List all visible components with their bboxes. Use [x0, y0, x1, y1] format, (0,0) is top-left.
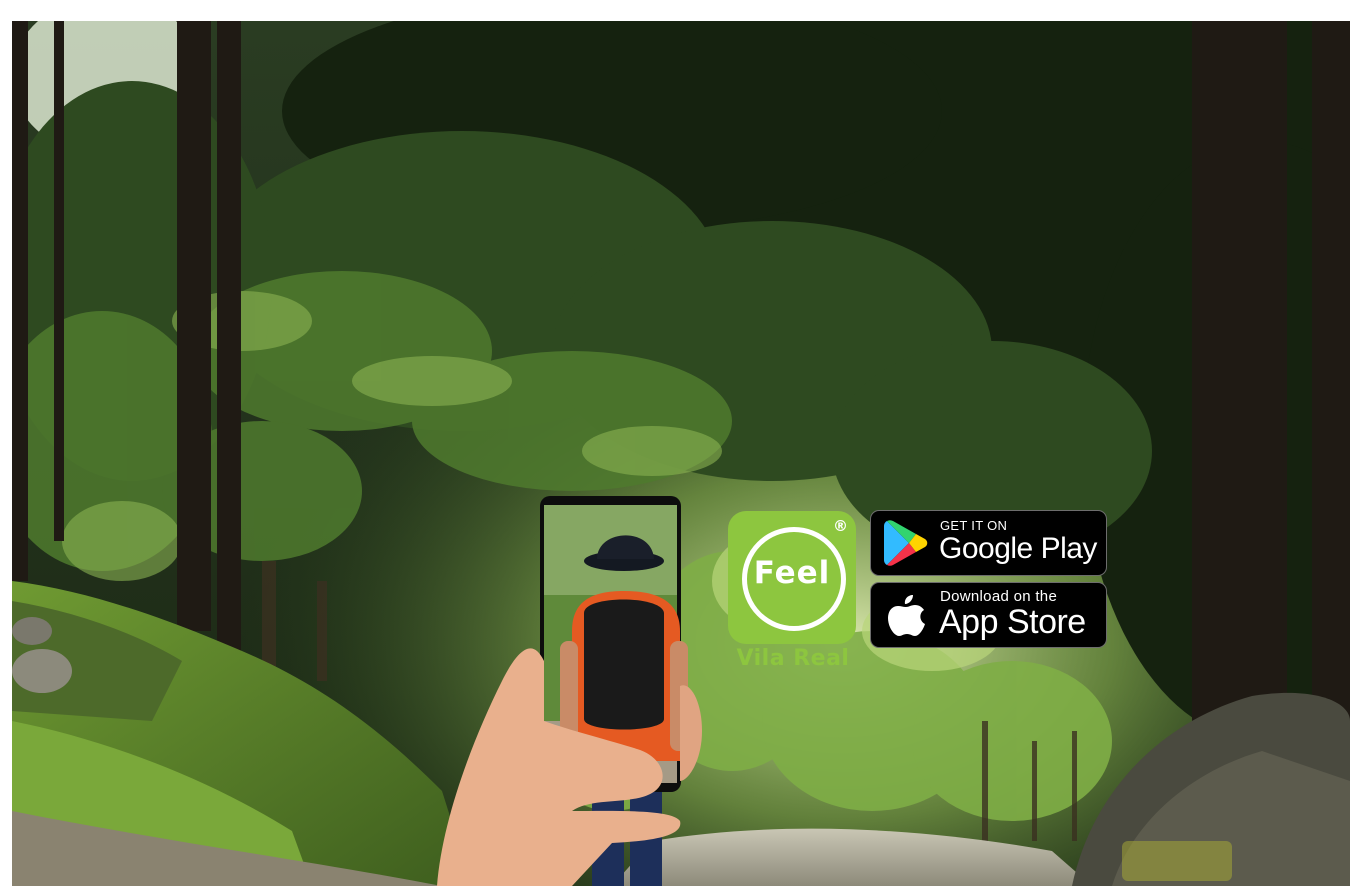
logo-city-name: Vila Real — [736, 646, 850, 671]
app-store-store-name: App Store — [939, 603, 1086, 641]
logo-text: Feel — [753, 555, 831, 591]
apple-icon — [888, 595, 925, 636]
hero-image — [12, 21, 1350, 886]
registered-mark: ® — [833, 517, 848, 535]
google-play-store-name: Google Play — [939, 532, 1097, 565]
app-store-badge[interactable]: Download on the App Store — [870, 582, 1107, 648]
feel-vila-real-logo: Feel ® — [728, 511, 856, 644]
google-play-badge[interactable]: GET IT ON Google Play — [870, 510, 1107, 576]
google-play-top-line: GET IT ON — [940, 518, 1008, 533]
google-play-icon — [884, 520, 928, 566]
forest-scene — [12, 21, 1350, 886]
